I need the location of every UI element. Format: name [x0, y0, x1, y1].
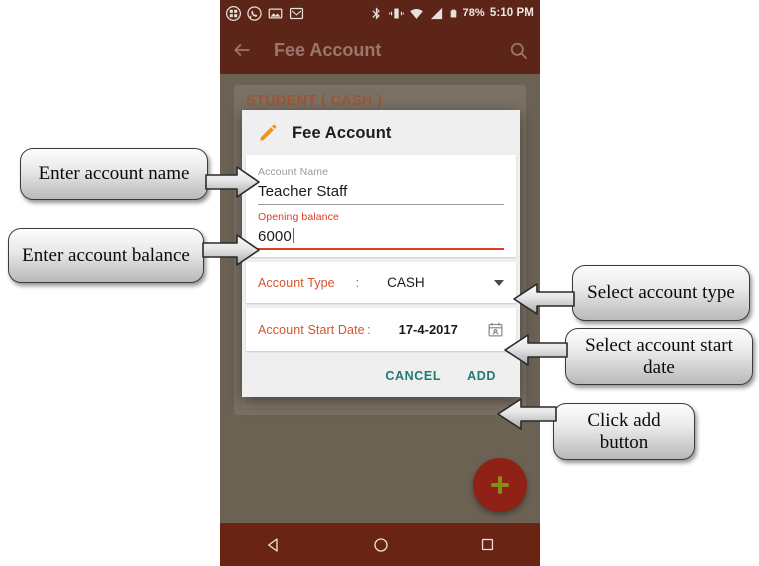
- opening-balance-field[interactable]: Opening balance 6000: [258, 207, 504, 252]
- square-recents-icon[interactable]: [479, 536, 496, 553]
- status-bar-left-icons: [226, 5, 304, 21]
- account-type-label: Account Type: [258, 275, 335, 290]
- cancel-button[interactable]: CANCEL: [385, 369, 441, 383]
- callout-select-account-type: Select account type: [572, 265, 750, 321]
- account-type-row[interactable]: Account Type : CASH: [246, 262, 516, 303]
- account-start-date-separator: :: [367, 322, 371, 337]
- add-account-fab[interactable]: [473, 458, 527, 512]
- account-name-field[interactable]: Account Name Teacher Staff: [258, 162, 504, 207]
- account-name-label: Account Name: [258, 166, 329, 178]
- signal-icon: [430, 7, 442, 19]
- arrow-to-add-button: [497, 398, 557, 430]
- account-type-value: CASH: [387, 275, 425, 290]
- account-start-date-value: 17-4-2017: [398, 322, 458, 337]
- callout-text: Select account type: [587, 282, 735, 304]
- gallery-image-icon: [268, 8, 283, 18]
- search-icon[interactable]: [509, 41, 528, 60]
- plus-icon: [491, 476, 509, 494]
- opening-balance-input[interactable]: 6000: [258, 223, 504, 250]
- app-bar: Fee Account: [220, 26, 540, 74]
- bluetooth-icon: [371, 6, 380, 20]
- callout-select-account-start-date: Select account start date: [565, 328, 753, 385]
- status-bar-right-icons: 78% 5:10 PM: [369, 6, 535, 21]
- callout-text: Enter account name: [38, 163, 190, 185]
- account-name-input[interactable]: Teacher Staff: [258, 178, 504, 205]
- arrow-to-account-balance: [202, 233, 260, 267]
- pencil-edit-icon: [260, 124, 277, 141]
- fee-account-dialog: Fee Account Account Name Teacher Staff O…: [242, 110, 520, 397]
- phone-screen: 78% 5:10 PM Fee Account STUDENT ( CASH ): [220, 0, 540, 566]
- calendar-icon[interactable]: [487, 321, 504, 338]
- opening-balance-text: 6000: [258, 228, 292, 245]
- callout-text: Enter account balance: [22, 244, 190, 266]
- opening-balance-label: Opening balance: [258, 211, 339, 223]
- triangle-back-icon[interactable]: [265, 536, 283, 554]
- back-arrow-icon[interactable]: [232, 40, 252, 60]
- callout-enter-account-balance: Enter account balance: [8, 228, 204, 283]
- arrow-to-start-date: [504, 334, 568, 366]
- arrow-to-account-name: [205, 165, 260, 199]
- page-title: Fee Account: [274, 39, 382, 60]
- dialog-title: Fee Account: [292, 123, 392, 142]
- dialog-action-bar: CANCEL ADD: [242, 356, 520, 397]
- dropdown-caret-icon[interactable]: [493, 279, 504, 286]
- add-button[interactable]: ADD: [467, 369, 496, 383]
- vibrate-icon: [388, 8, 404, 18]
- battery-percent-label: 78%: [462, 7, 485, 19]
- battery-icon: [450, 9, 456, 17]
- status-bar: 78% 5:10 PM: [220, 0, 540, 26]
- input-fields-card: Account Name Teacher Staff Opening balan…: [246, 155, 516, 257]
- circle-home-icon[interactable]: [372, 536, 390, 554]
- clock-label: 5:10 PM: [489, 7, 534, 19]
- callout-text: Click add button: [587, 410, 661, 453]
- account-start-date-row[interactable]: Account Start Date : 17-4-2017: [246, 308, 516, 351]
- android-navigation-bar: [220, 523, 540, 566]
- text-caret: [292, 228, 295, 243]
- callout-text: Select account start date: [585, 335, 733, 378]
- callout-enter-account-name: Enter account name: [20, 148, 208, 200]
- dialog-header: Fee Account: [242, 110, 520, 155]
- account-type-separator: :: [355, 275, 360, 290]
- arrow-to-account-type: [513, 283, 575, 315]
- callout-click-add-button: Click add button: [553, 403, 695, 460]
- background-card-title: STUDENT ( CASH ): [246, 93, 383, 109]
- wifi-icon: [409, 8, 423, 19]
- apps-grid-icon: [226, 5, 241, 21]
- account-start-date-label: Account Start Date: [258, 322, 365, 337]
- gmail-icon: [289, 7, 304, 19]
- whatsapp-icon: [247, 5, 262, 21]
